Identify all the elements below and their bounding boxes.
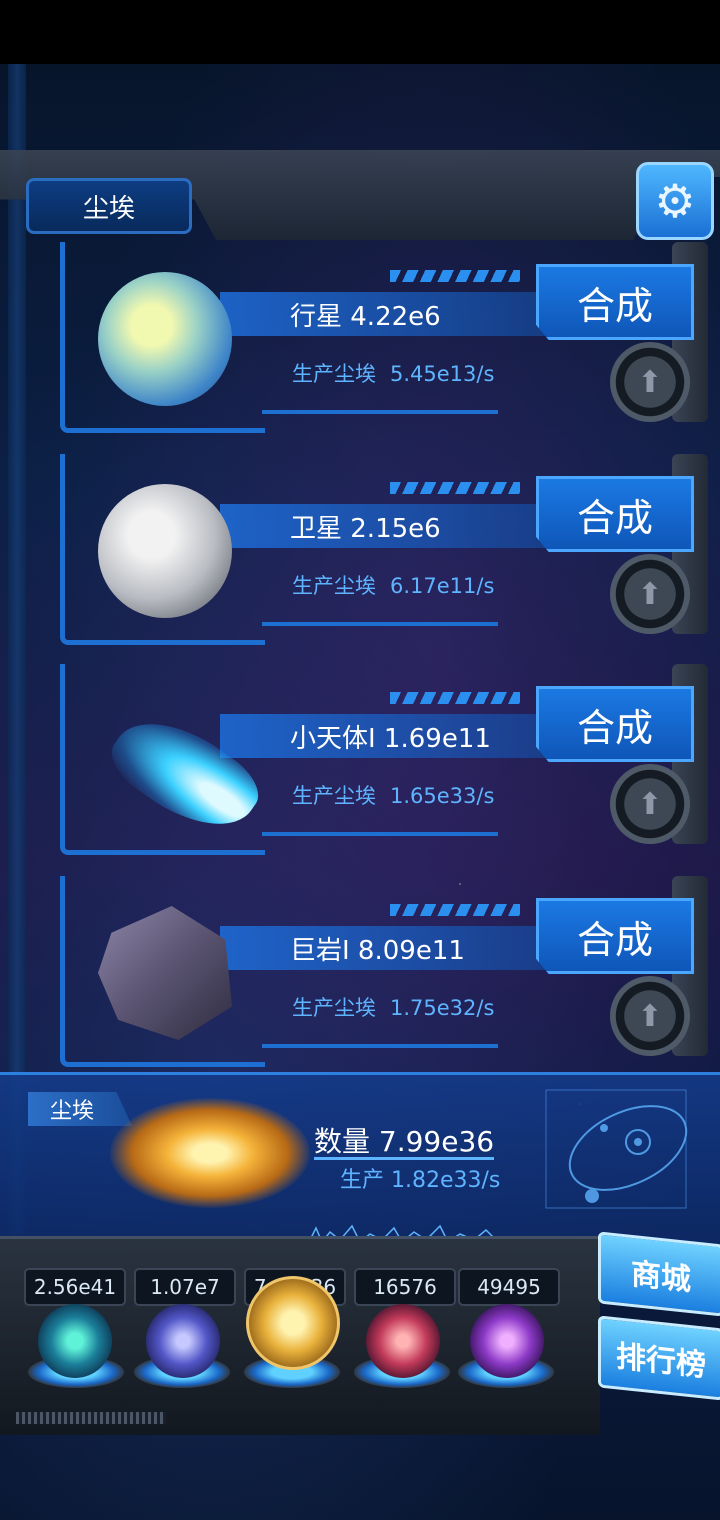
item-name: 行星 4.22e6 xyxy=(290,302,441,332)
dust-slot-icon[interactable] xyxy=(246,1276,340,1370)
synthesize-button[interactable]: 合成 xyxy=(536,264,694,340)
orbit-diagram-icon xyxy=(545,1089,688,1209)
prod-value: 6.17e11/s xyxy=(390,574,495,598)
prod-label: 生产尘埃 xyxy=(292,574,376,598)
synthesize-button[interactable]: 合成 xyxy=(536,686,694,762)
item-name: 巨岩I 8.09e11 xyxy=(290,936,465,966)
prod-value: 1.75e32/s xyxy=(390,996,495,1020)
item-row-boulder: 巨岩I 8.09e11 生产尘埃 1.75e32/s 合成 ⬆ xyxy=(0,876,720,1076)
brain-slot-icon[interactable] xyxy=(366,1304,440,1378)
planet-icon xyxy=(98,272,232,406)
atom-slot-icon[interactable] xyxy=(38,1304,112,1378)
up-arrow-icon: ⬆ xyxy=(637,998,663,1034)
item-name: 小天体I 1.69e11 xyxy=(290,724,491,754)
status-bar xyxy=(0,0,720,64)
prod-label: 生产尘埃 xyxy=(292,362,376,386)
resource-value: 2.56e41 xyxy=(24,1268,126,1306)
upgrade-button[interactable]: ⬆ xyxy=(610,554,690,634)
up-arrow-icon: ⬆ xyxy=(637,576,663,612)
item-name: 卫星 2.15e6 xyxy=(290,514,441,544)
vortex-slot-icon[interactable] xyxy=(470,1304,544,1378)
resource-value: 1.07e7 xyxy=(134,1268,236,1306)
resource-value: 49495 xyxy=(458,1268,560,1306)
up-arrow-icon: ⬆ xyxy=(637,364,663,400)
dust-cloud-icon xyxy=(110,1098,310,1208)
synthesize-button[interactable]: 合成 xyxy=(536,898,694,974)
rank-button[interactable]: 排行榜 xyxy=(598,1315,720,1401)
settings-button[interactable]: ⚙ xyxy=(636,162,714,240)
upgrade-button[interactable]: ⬆ xyxy=(610,764,690,844)
synthesize-button[interactable]: 合成 xyxy=(536,476,694,552)
dust-tag: 尘埃 xyxy=(28,1092,132,1126)
upgrade-button[interactable]: ⬆ xyxy=(610,342,690,422)
dust-count: 数量 7.99e36 xyxy=(314,1125,495,1158)
prod-value: 5.45e13/s xyxy=(390,362,495,386)
item-row-planet: 行星 4.22e6 生产尘埃 5.45e13/s 合成 ⬆ xyxy=(0,242,720,442)
resource-value: 16576 xyxy=(354,1268,456,1306)
gear-icon: ⚙ xyxy=(654,174,696,228)
page-title: 尘埃 xyxy=(26,178,192,234)
item-row-moon: 卫星 2.15e6 生产尘埃 6.17e11/s 合成 ⬆ xyxy=(0,454,720,654)
lightning-slot-icon[interactable] xyxy=(146,1304,220,1378)
up-arrow-icon: ⬆ xyxy=(637,786,663,822)
shop-button[interactable]: 商城 xyxy=(598,1231,720,1317)
item-row-comet: 小天体I 1.69e11 生产尘埃 1.65e33/s 合成 ⬆ xyxy=(0,664,720,864)
prod-label: 生产尘埃 xyxy=(292,996,376,1020)
prod-value: 1.65e33/s xyxy=(390,784,495,808)
dust-rate: 生产 1.82e33/s xyxy=(340,1168,501,1193)
upgrade-button[interactable]: ⬆ xyxy=(610,976,690,1056)
moon-icon xyxy=(98,484,232,618)
prod-label: 生产尘埃 xyxy=(292,784,376,808)
